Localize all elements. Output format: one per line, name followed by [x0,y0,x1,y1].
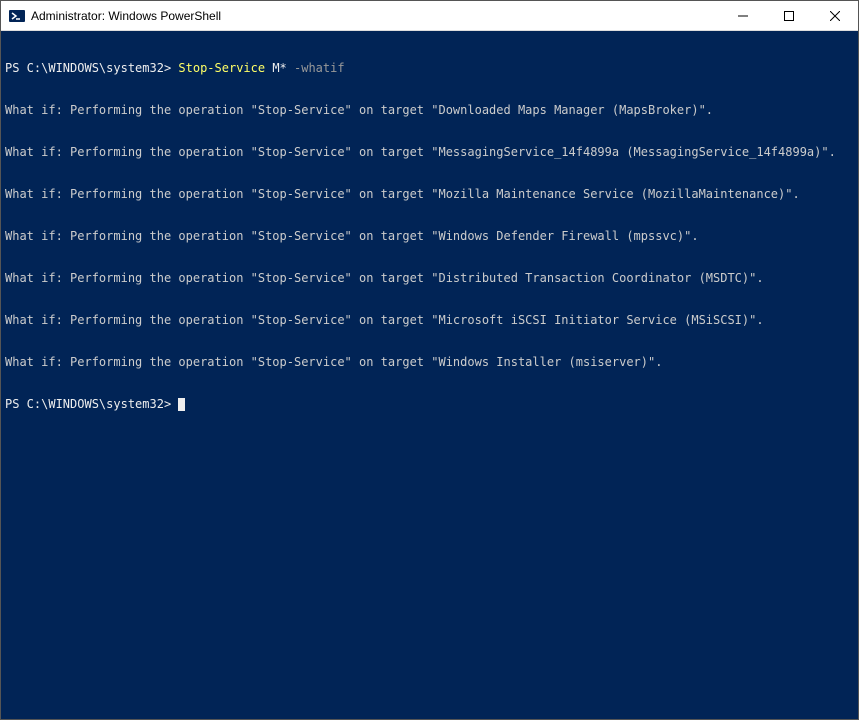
prompt: PS C:\WINDOWS\system32> [5,397,178,411]
command-line: PS C:\WINDOWS\system32> Stop-Service M* … [5,61,854,75]
output-line: What if: Performing the operation "Stop-… [5,355,854,369]
output-line: What if: Performing the operation "Stop-… [5,313,854,327]
output-line: What if: Performing the operation "Stop-… [5,229,854,243]
cursor [178,398,185,411]
terminal-area[interactable]: PS C:\WINDOWS\system32> Stop-Service M* … [1,31,858,719]
minimize-button[interactable] [720,1,766,30]
titlebar[interactable]: Administrator: Windows PowerShell [1,1,858,31]
maximize-button[interactable] [766,1,812,30]
powershell-window: Administrator: Windows PowerShell PS C:\… [0,0,859,720]
output-line: What if: Performing the operation "Stop-… [5,271,854,285]
window-controls [720,1,858,30]
command-arg: M* [265,61,294,75]
close-button[interactable] [812,1,858,30]
powershell-icon [9,8,25,24]
output-line: What if: Performing the operation "Stop-… [5,187,854,201]
command-text: Stop-Service [178,61,265,75]
command-param: -whatif [294,61,345,75]
prompt: PS C:\WINDOWS\system32> [5,61,178,75]
output-line: What if: Performing the operation "Stop-… [5,103,854,117]
window-title: Administrator: Windows PowerShell [31,9,720,23]
prompt-line: PS C:\WINDOWS\system32> [5,397,854,411]
output-line: What if: Performing the operation "Stop-… [5,145,854,159]
